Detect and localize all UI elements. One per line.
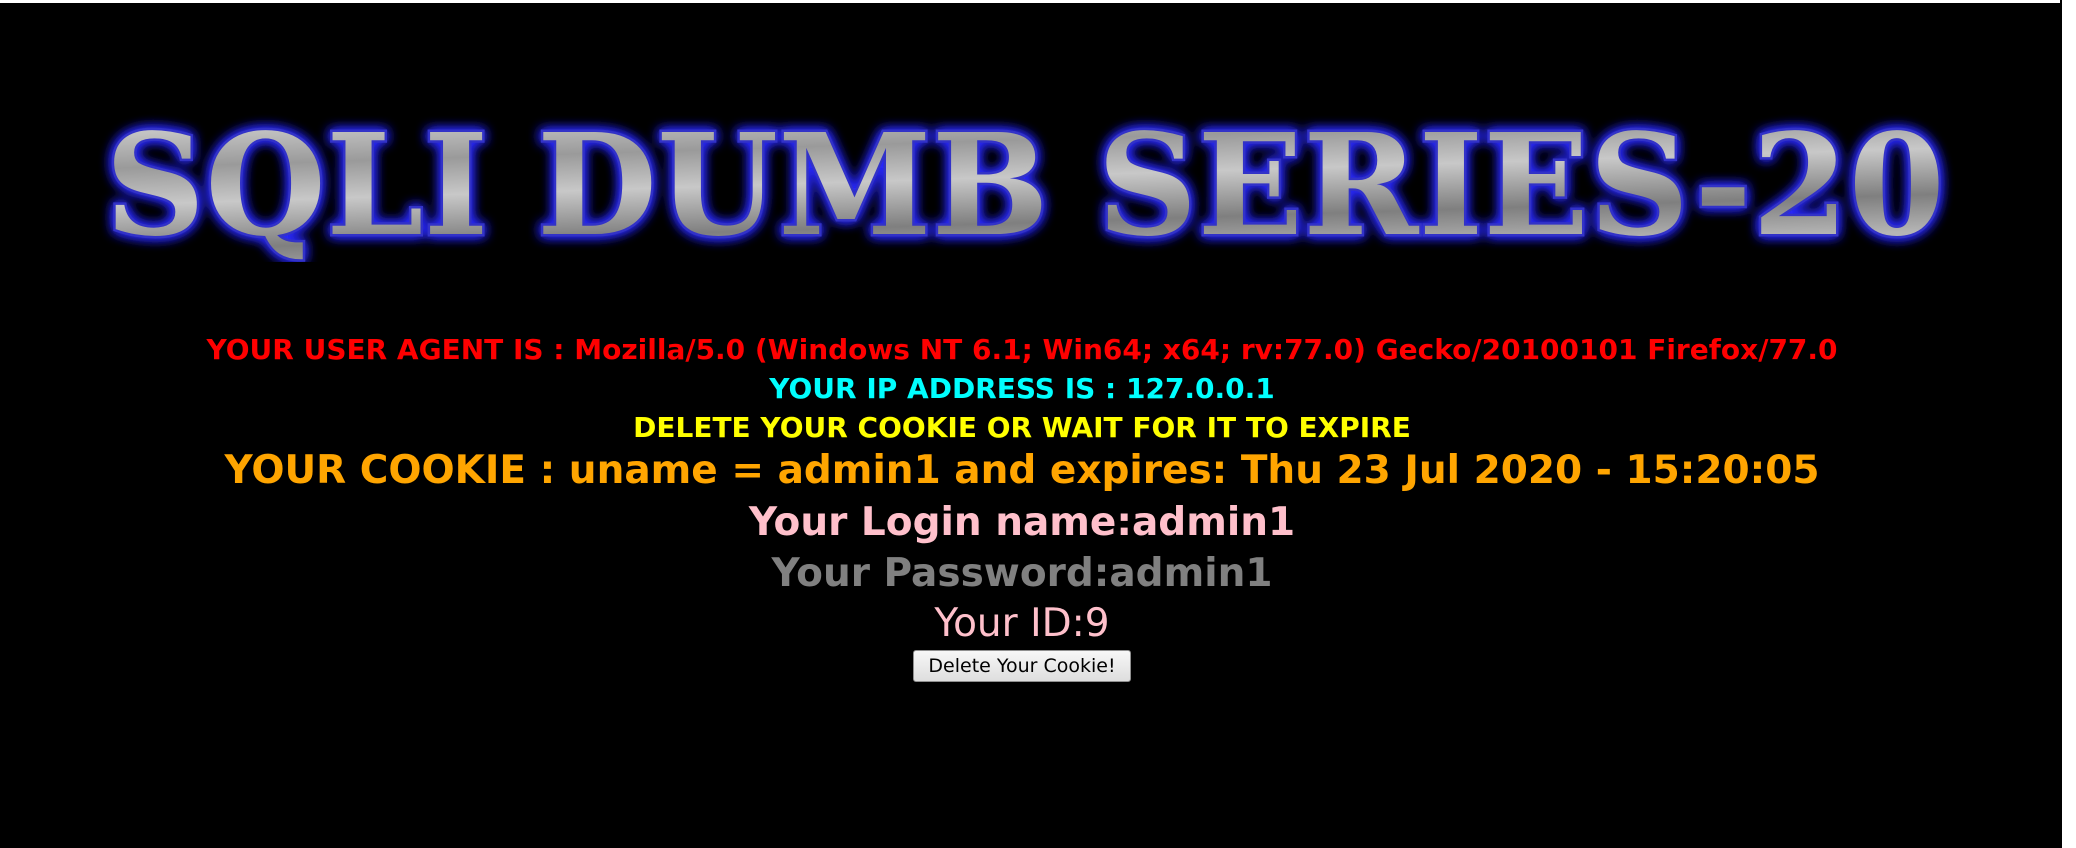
cookie-info-text: YOUR COOKIE : uname = admin1 and expires… — [224, 448, 1820, 493]
banner-graphic: SQLI DUMB SERIES-20 — [103, 112, 1948, 262]
banner-title: SQLI DUMB SERIES-20 — [105, 112, 1945, 262]
password-text: Your Password:admin1 — [771, 551, 1273, 596]
page-banner: SQLI DUMB SERIES-20 — [95, 112, 1955, 262]
user-id-text: Your ID:9 — [934, 601, 1110, 646]
user-agent-text: YOUR USER AGENT IS : Mozilla/5.0 (Window… — [206, 333, 1838, 366]
ip-address-text: YOUR IP ADDRESS IS : 127.0.0.1 — [769, 372, 1275, 405]
delete-cookie-notice: DELETE YOUR COOKIE OR WAIT FOR IT TO EXP… — [633, 411, 1411, 444]
window-right-edge — [2062, 0, 2076, 848]
delete-cookie-form: Delete Your Cookie! — [0, 650, 2044, 682]
login-name-text: Your Login name:admin1 — [748, 500, 1296, 545]
delete-cookie-button[interactable]: Delete Your Cookie! — [913, 650, 1131, 682]
window-top-edge — [0, 0, 2060, 3]
